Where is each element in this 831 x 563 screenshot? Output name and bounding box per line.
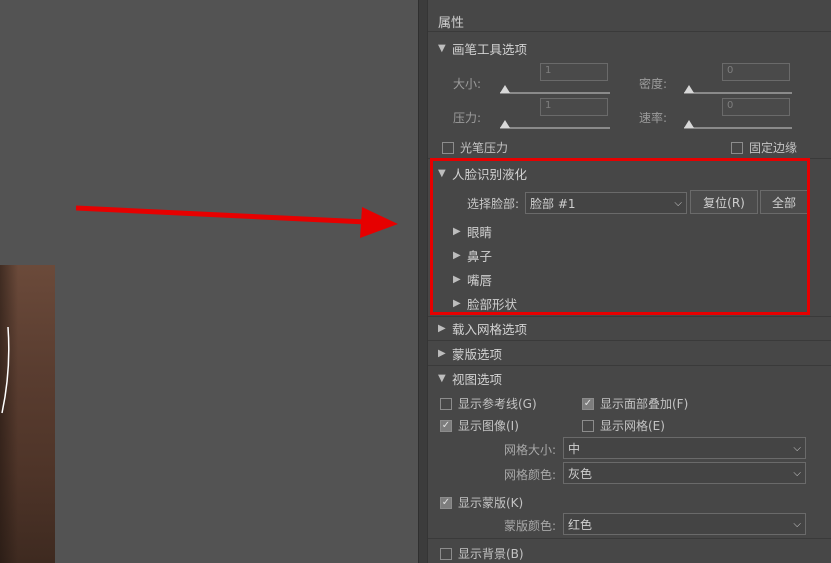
size-label: 大小: [453,77,482,91]
mask-options-title: 蒙版选项 [452,346,503,362]
mesh-color-value: 灰色 [568,466,593,481]
slider-thumb[interactable] [684,85,694,93]
red-arrow-icon [76,205,398,238]
density-slider[interactable] [684,85,792,97]
stylus-pressure-label: 光笔压力 [460,141,509,155]
mask-options-header[interactable]: ▶ 蒙版选项 [438,343,502,363]
view-options-title: 视图选项 [452,371,503,387]
rate-label: 速率: [639,111,668,125]
size-slider[interactable] [500,85,610,97]
checkbox-box[interactable] [440,547,452,560]
show-mask-label: 显示蒙版(K) [458,496,524,510]
slider-thumb[interactable] [500,85,510,93]
mask-color-value: 红色 [568,517,593,532]
triangle-down-icon: ▼ [438,42,446,54]
show-face-overlay-label: 显示面部叠加(F) [600,397,689,411]
mask-color-dropdown[interactable]: 红色 ⌵ [563,513,806,535]
checkbox-box[interactable] [582,419,594,432]
show-guides-checkbox[interactable]: 显示参考线(G) [440,395,537,412]
pin-edges-label: 固定边缘 [749,141,798,155]
rate-input[interactable]: 0 [722,98,790,116]
pin-edges-checkbox[interactable]: 固定边缘 [731,139,797,156]
photo-preview [0,265,55,563]
slider-thumb[interactable] [684,120,694,128]
mesh-size-value: 中 [568,441,581,456]
load-mesh-header[interactable]: ▶ 载入网格选项 [438,318,527,338]
slider-thumb[interactable] [500,120,510,128]
rate-slider[interactable] [684,120,792,132]
size-input[interactable]: 1 [540,63,608,81]
density-label: 密度: [639,77,668,91]
mesh-color-label: 网格颜色: [504,468,557,482]
mesh-color-dropdown[interactable]: 灰色 ⌵ [563,462,806,484]
panel-title: 属性 [428,8,831,32]
checkbox-box[interactable] [440,397,452,410]
view-options-header[interactable]: ▼ 视图选项 [438,368,502,388]
show-mesh-label: 显示网格(E) [600,419,665,433]
liquify-window: 属性 ▼ 画笔工具选项 大小: 1 密度: 0 压力: 1 速率: 0 光笔压力 [0,0,831,563]
brush-options-title: 画笔工具选项 [452,41,528,57]
show-backdrop-checkbox[interactable]: 显示背景(B) [440,545,524,562]
checkbox-box[interactable] [731,141,743,154]
panel-divider[interactable] [418,0,427,563]
preview-canvas[interactable] [0,0,418,563]
mesh-size-dropdown[interactable]: 中 ⌵ [563,437,806,459]
show-guides-label: 显示参考线(G) [458,397,537,411]
show-face-overlay-checkbox[interactable]: ✓ 显示面部叠加(F) [582,395,688,412]
show-mesh-checkbox[interactable]: 显示网格(E) [582,417,665,434]
checkmark-icon[interactable]: ✓ [582,397,594,410]
chevron-down-icon: ⌵ [793,442,801,454]
mask-color-label: 蒙版颜色: [504,519,557,533]
stylus-pressure-checkbox[interactable]: 光笔压力 [442,139,508,156]
show-mask-checkbox[interactable]: ✓ 显示蒙版(K) [440,494,523,511]
brush-options-header[interactable]: ▼ 画笔工具选项 [438,38,527,58]
pressure-label: 压力: [453,111,482,125]
pressure-slider[interactable] [500,120,610,132]
chevron-down-icon: ⌵ [793,467,801,479]
density-input[interactable]: 0 [722,63,790,81]
checkmark-icon[interactable]: ✓ [440,419,452,432]
triangle-right-icon: ▶ [438,347,446,359]
checkmark-icon[interactable]: ✓ [440,496,452,509]
checkbox-box[interactable] [442,141,454,154]
show-image-label: 显示图像(I) [458,419,519,433]
triangle-down-icon: ▼ [438,372,446,384]
chevron-down-icon: ⌵ [793,518,801,530]
highlight-box [430,158,810,315]
face-overlay-curve [1,326,10,414]
load-mesh-title: 载入网格选项 [452,321,528,337]
show-backdrop-label: 显示背景(B) [458,547,524,561]
show-image-checkbox[interactable]: ✓ 显示图像(I) [440,417,519,434]
triangle-right-icon: ▶ [438,322,446,334]
mesh-size-label: 网格大小: [504,443,557,457]
pressure-input[interactable]: 1 [540,98,608,116]
